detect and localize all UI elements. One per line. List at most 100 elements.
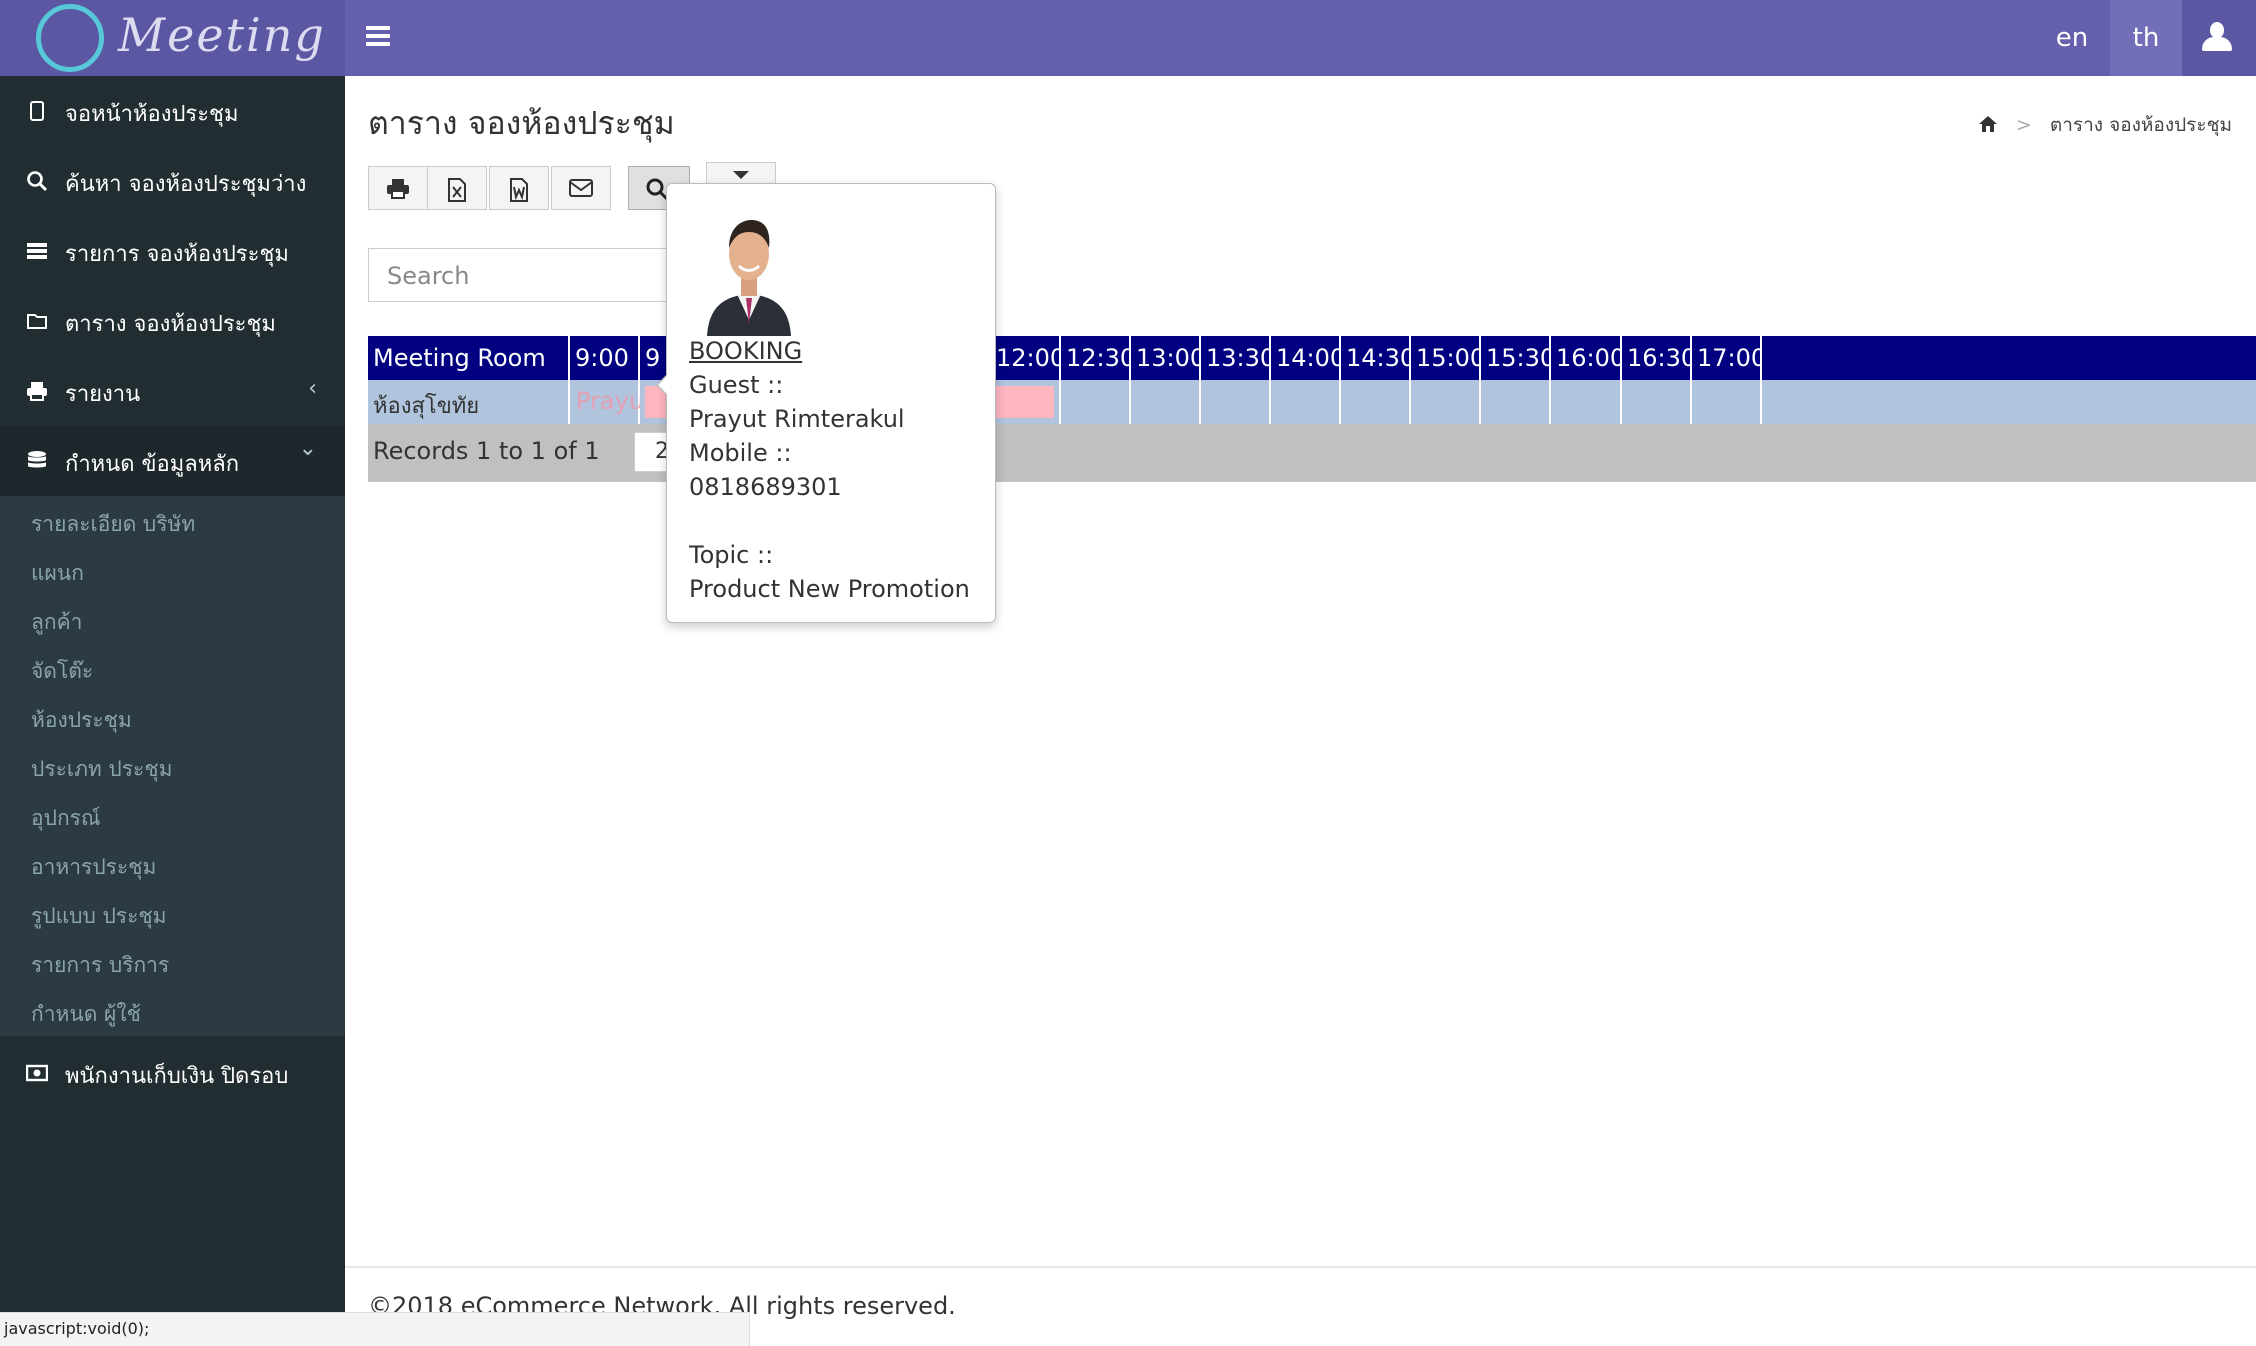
sidebar-item-booking-list[interactable]: รายการ จองห้องประชุม	[0, 216, 345, 286]
logo-circle-icon	[36, 4, 104, 72]
sidebar-item-label: รายงาน	[65, 382, 141, 407]
user-menu-button[interactable]	[2182, 0, 2256, 76]
search-input[interactable]: Search	[368, 248, 698, 302]
word-file-icon	[510, 178, 528, 202]
time-slot-cell[interactable]	[1692, 380, 1762, 424]
submenu-item-table-setup[interactable]: จัดโต๊ะ	[31, 655, 93, 688]
header-time-cell: 15:30	[1481, 336, 1551, 380]
database-icon	[28, 451, 46, 468]
submenu-item-meeting-format[interactable]: รูปแบบ ประชุม	[31, 900, 166, 933]
mobile-label: Mobile ::	[689, 439, 792, 467]
submenu-item-customer[interactable]: ลูกค้า	[31, 606, 82, 639]
sidebar-item-label: ค้นหา จองห้องประชุมว่าง	[65, 172, 307, 197]
topic-value: Product New Promotion	[689, 575, 970, 603]
sidebar-item-master-data[interactable]: กำหนด ข้อมูลหลัก ⌄	[0, 426, 345, 496]
sidebar-item-label: รายการ จองห้องประชุม	[65, 242, 289, 267]
submenu-item-company[interactable]: รายละเอียด บริษัท	[31, 508, 195, 541]
header-time-cell: 14:30	[1341, 336, 1411, 380]
excel-file-icon	[448, 178, 466, 202]
time-slot-cell[interactable]	[1201, 380, 1271, 424]
time-slot-cell[interactable]	[1061, 380, 1131, 424]
sidebar: จอหน้าห้องประชุม ค้นหา จองห้องประชุมว่าง…	[0, 76, 345, 1346]
header-time-cell: 17:00	[1692, 336, 1762, 380]
sidebar-item-screen[interactable]: จอหน้าห้องประชุม	[0, 76, 345, 146]
sidebar-item-booking-table[interactable]: ตาราง จองห้องประชุม	[0, 286, 345, 356]
time-slot-cell[interactable]	[1271, 380, 1341, 424]
submenu-master-data: รายละเอียด บริษัท แผนก ลูกค้า จัดโต๊ะ ห้…	[0, 496, 345, 1036]
header-time-cell: 12:30	[1061, 336, 1131, 380]
breadcrumb-current: ตาราง จองห้องประชุม	[2049, 114, 2232, 136]
submenu-item-meeting-room[interactable]: ห้องประชุม	[31, 704, 132, 737]
sidebar-item-label: กำหนด ข้อมูลหลัก	[65, 452, 240, 477]
header-time-cell: 15:00	[1411, 336, 1481, 380]
sidebar-item-reports[interactable]: รายงาน ‹	[0, 356, 345, 426]
submenu-item-department[interactable]: แผนก	[31, 557, 84, 590]
header-time-cell: 12:00	[991, 336, 1061, 380]
folder-icon	[27, 314, 47, 329]
logo[interactable]: Meeting	[0, 0, 345, 76]
topic-label: Topic ::	[689, 541, 774, 569]
time-slot-cell[interactable]	[1131, 380, 1201, 424]
booked-slot-cell[interactable]	[991, 380, 1061, 424]
time-slot-cell[interactable]	[1622, 380, 1692, 424]
records-count: Records 1 to 1 of 1	[373, 437, 600, 465]
header-time-cell: 14:00	[1271, 336, 1341, 380]
room-name: ห้องสุโขทัย	[373, 394, 480, 419]
tablet-icon	[30, 101, 44, 121]
email-button[interactable]	[551, 166, 611, 210]
browser-status-bar: javascript:void(0);	[0, 1312, 750, 1346]
time-slot-cell[interactable]	[1411, 380, 1481, 424]
sidebar-item-label: พนักงานเก็บเงิน ปิดรอบ	[65, 1064, 289, 1089]
menu-toggle-icon[interactable]	[366, 26, 390, 50]
room-cell: ห้องสุโขทัย	[368, 380, 570, 424]
time-slot-cell[interactable]	[1481, 380, 1551, 424]
breadcrumb-separator: >	[2015, 114, 2032, 136]
chevron-left-icon: ‹	[308, 376, 317, 401]
printer-icon	[27, 382, 47, 401]
guest-name: Prayut Rimterakul	[689, 405, 905, 433]
sidebar-item-search-rooms[interactable]: ค้นหา จองห้องประชุมว่าง	[0, 146, 345, 216]
guest-label: Guest ::	[689, 371, 784, 399]
header-meeting-room: Meeting Room	[368, 336, 570, 380]
booking-popover: BOOKING Guest :: Prayut Rimterakul Mobil…	[656, 183, 996, 623]
submenu-item-services[interactable]: รายการ บริการ	[31, 949, 169, 982]
mobile-number: 0818689301	[689, 473, 842, 501]
submenu-item-meeting-type[interactable]: ประเภท ประชุม	[31, 753, 172, 786]
lang-th-button[interactable]: th	[2110, 0, 2182, 76]
export-word-button[interactable]	[489, 166, 549, 210]
header-time-cell: 16:30	[1622, 336, 1692, 380]
footer-divider	[345, 1266, 2256, 1268]
submenu-item-users[interactable]: กำหนด ผู้ใช้	[31, 998, 141, 1031]
sidebar-item-label: ตาราง จองห้องประชุม	[65, 312, 276, 337]
lang-en-button[interactable]: en	[2034, 0, 2110, 76]
home-icon[interactable]	[1978, 115, 1998, 133]
money-icon	[26, 1064, 48, 1082]
submenu-item-food[interactable]: อาหารประชุม	[31, 851, 156, 884]
list-icon	[27, 243, 47, 259]
booking-link[interactable]: BOOKING	[689, 337, 802, 365]
submenu-item-equipment[interactable]: อุปกรณ์	[31, 802, 100, 835]
header-time-cell: 13:30	[1201, 336, 1271, 380]
logo-text: Meeting	[118, 8, 326, 62]
envelope-icon	[569, 179, 593, 197]
header-time-cell: 13:00	[1131, 336, 1201, 380]
export-excel-button[interactable]	[427, 166, 487, 210]
guest-photo	[707, 220, 791, 336]
time-slot-cell[interactable]	[1551, 380, 1622, 424]
chevron-down-icon: ⌄	[298, 436, 317, 461]
sidebar-item-cashier[interactable]: พนักงานเก็บเงิน ปิดรอบ	[0, 1038, 345, 1108]
grid-footer: Records 1 to 1 of 1 2	[368, 424, 2256, 482]
print-icon	[387, 179, 409, 199]
page-title: ตาราง จองห้องประชุม	[368, 104, 675, 142]
sidebar-item-label: จอหน้าห้องประชุม	[65, 102, 239, 127]
header-time-cell: 9:00	[570, 336, 640, 380]
user-icon	[2210, 22, 2224, 38]
search-icon	[27, 171, 48, 192]
caret-down-icon	[733, 171, 749, 179]
breadcrumb: > ตาราง จองห้องประชุม	[1978, 110, 2232, 140]
booked-slot-cell[interactable]: Prayu	[570, 380, 644, 424]
print-button[interactable]	[368, 166, 428, 210]
grid-header-row: Meeting Room 9:0090011:3012:0012:3013:00…	[368, 336, 2256, 380]
time-slot-cell[interactable]	[1341, 380, 1411, 424]
header-time-cell: 16:00	[1551, 336, 1622, 380]
